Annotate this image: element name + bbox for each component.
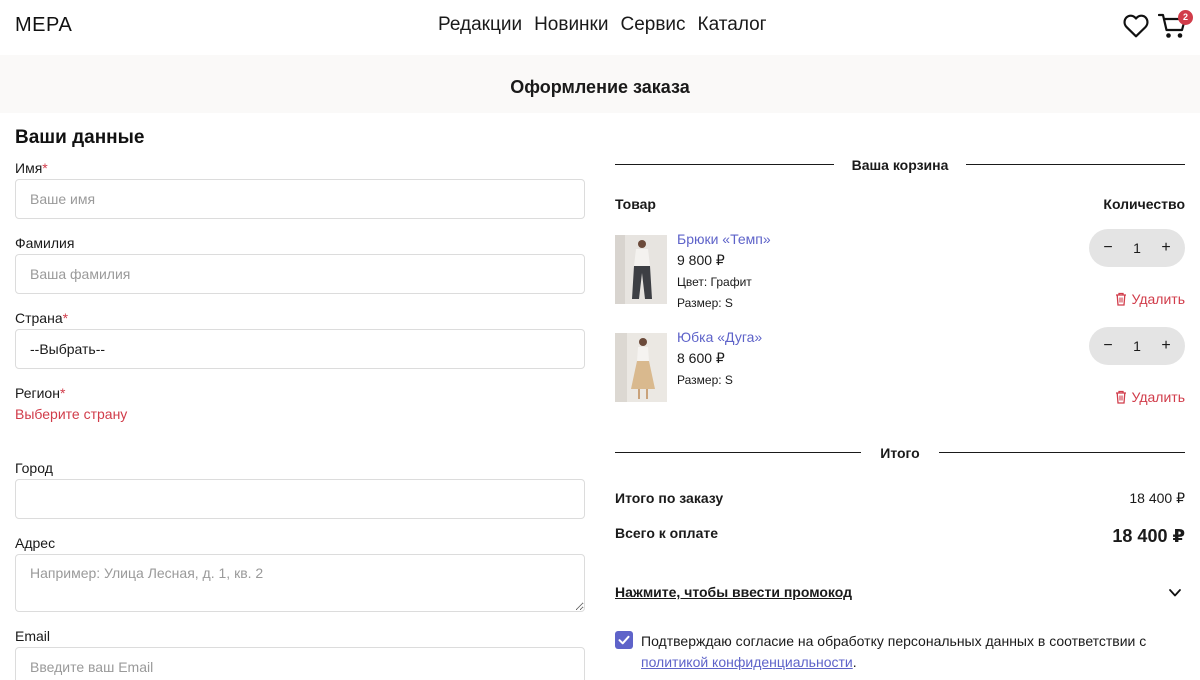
remove-item-button[interactable]: Удалить bbox=[1115, 291, 1185, 307]
product-price: 8 600 ₽ bbox=[677, 350, 725, 366]
amount-due-value: 18 400 ₽ bbox=[1112, 526, 1185, 546]
privacy-policy-link[interactable]: политикой конфиденциальности bbox=[641, 654, 853, 670]
quantity-value: 1 bbox=[1133, 338, 1141, 354]
product-size: Размер: S bbox=[677, 296, 733, 310]
trash-icon bbox=[1115, 390, 1126, 404]
customer-data-title: Ваши данные bbox=[15, 127, 145, 148]
country-label: Страна* bbox=[15, 310, 69, 326]
totals-title: Итого bbox=[880, 445, 920, 461]
decrease-quantity-button[interactable]: − bbox=[1101, 240, 1115, 256]
checkmark-icon bbox=[618, 635, 630, 645]
product-size: Размер: S bbox=[677, 373, 733, 387]
order-total-value: 18 400 ₽ bbox=[1129, 490, 1185, 506]
page-title: Оформление заказа bbox=[510, 77, 690, 97]
column-header-quantity: Количество bbox=[1103, 196, 1185, 212]
email-input[interactable] bbox=[15, 647, 585, 680]
increase-quantity-button[interactable]: + bbox=[1159, 338, 1173, 354]
product-image-trousers[interactable] bbox=[615, 235, 667, 304]
quantity-stepper: − 1 + bbox=[1089, 327, 1185, 365]
product-image-skirt[interactable] bbox=[615, 333, 667, 402]
address-textarea[interactable] bbox=[15, 554, 585, 612]
order-total-label: Итого по заказу bbox=[615, 490, 724, 506]
cart-title: Ваша корзина bbox=[851, 157, 949, 173]
last-name-input[interactable] bbox=[15, 254, 585, 294]
promo-code-toggle[interactable]: Нажмите, чтобы ввести промокод bbox=[615, 584, 852, 600]
address-label: Адрес bbox=[15, 535, 56, 551]
product-price: 9 800 ₽ bbox=[677, 252, 725, 268]
first-name-input[interactable] bbox=[15, 179, 585, 219]
main-nav: Редакции Новинки Сервис Каталог bbox=[438, 14, 767, 36]
country-select-value: --Выбрать-- bbox=[30, 341, 106, 357]
city-input[interactable] bbox=[15, 479, 585, 519]
remove-item-label: Удалить bbox=[1131, 291, 1185, 307]
product-name[interactable]: Брюки «Темп» bbox=[677, 231, 771, 247]
remove-item-button[interactable]: Удалить bbox=[1115, 389, 1185, 405]
totals-divider-right bbox=[939, 452, 1185, 453]
email-label: Email bbox=[15, 628, 51, 644]
nav-link-catalog[interactable]: Каталог bbox=[698, 14, 767, 36]
column-header-product: Товар bbox=[615, 196, 656, 212]
product-name[interactable]: Юбка «Дуга» bbox=[677, 329, 762, 345]
site-logo[interactable]: МЕРА bbox=[15, 14, 72, 37]
region-error-message: Выберите страну bbox=[15, 406, 128, 422]
increase-quantity-button[interactable]: + bbox=[1159, 240, 1173, 256]
page-title-bar: Оформление заказа bbox=[0, 55, 1200, 113]
site-header: МЕРА Редакции Новинки Сервис Каталог 2 bbox=[0, 0, 1200, 55]
cart-divider-right bbox=[966, 164, 1185, 165]
decrease-quantity-button[interactable]: − bbox=[1101, 338, 1115, 354]
city-label: Город bbox=[15, 460, 53, 476]
heart-icon[interactable] bbox=[1123, 14, 1149, 38]
cart-count-badge: 2 bbox=[1178, 10, 1193, 25]
region-label: Регион* bbox=[15, 385, 66, 401]
nav-link-service[interactable]: Сервис bbox=[620, 14, 685, 36]
last-name-label: Фамилия bbox=[15, 235, 75, 251]
chevron-down-icon[interactable] bbox=[1167, 586, 1183, 600]
nav-link-editions[interactable]: Редакции bbox=[438, 14, 522, 36]
country-select[interactable]: --Выбрать-- bbox=[15, 329, 585, 369]
cart-divider-left bbox=[615, 164, 834, 165]
quantity-value: 1 bbox=[1133, 240, 1141, 256]
amount-due-label: Всего к оплате bbox=[615, 525, 718, 541]
remove-item-label: Удалить bbox=[1131, 389, 1185, 405]
product-color: Цвет: Графит bbox=[677, 275, 752, 289]
trash-icon bbox=[1115, 292, 1126, 306]
consent-checkbox[interactable] bbox=[615, 631, 633, 649]
quantity-stepper: − 1 + bbox=[1089, 229, 1185, 267]
first-name-label: Имя* bbox=[15, 160, 48, 176]
consent-text: Подтверждаю согласие на обработку персон… bbox=[641, 633, 1147, 670]
nav-link-new[interactable]: Новинки bbox=[534, 14, 608, 36]
totals-divider-left bbox=[615, 452, 861, 453]
